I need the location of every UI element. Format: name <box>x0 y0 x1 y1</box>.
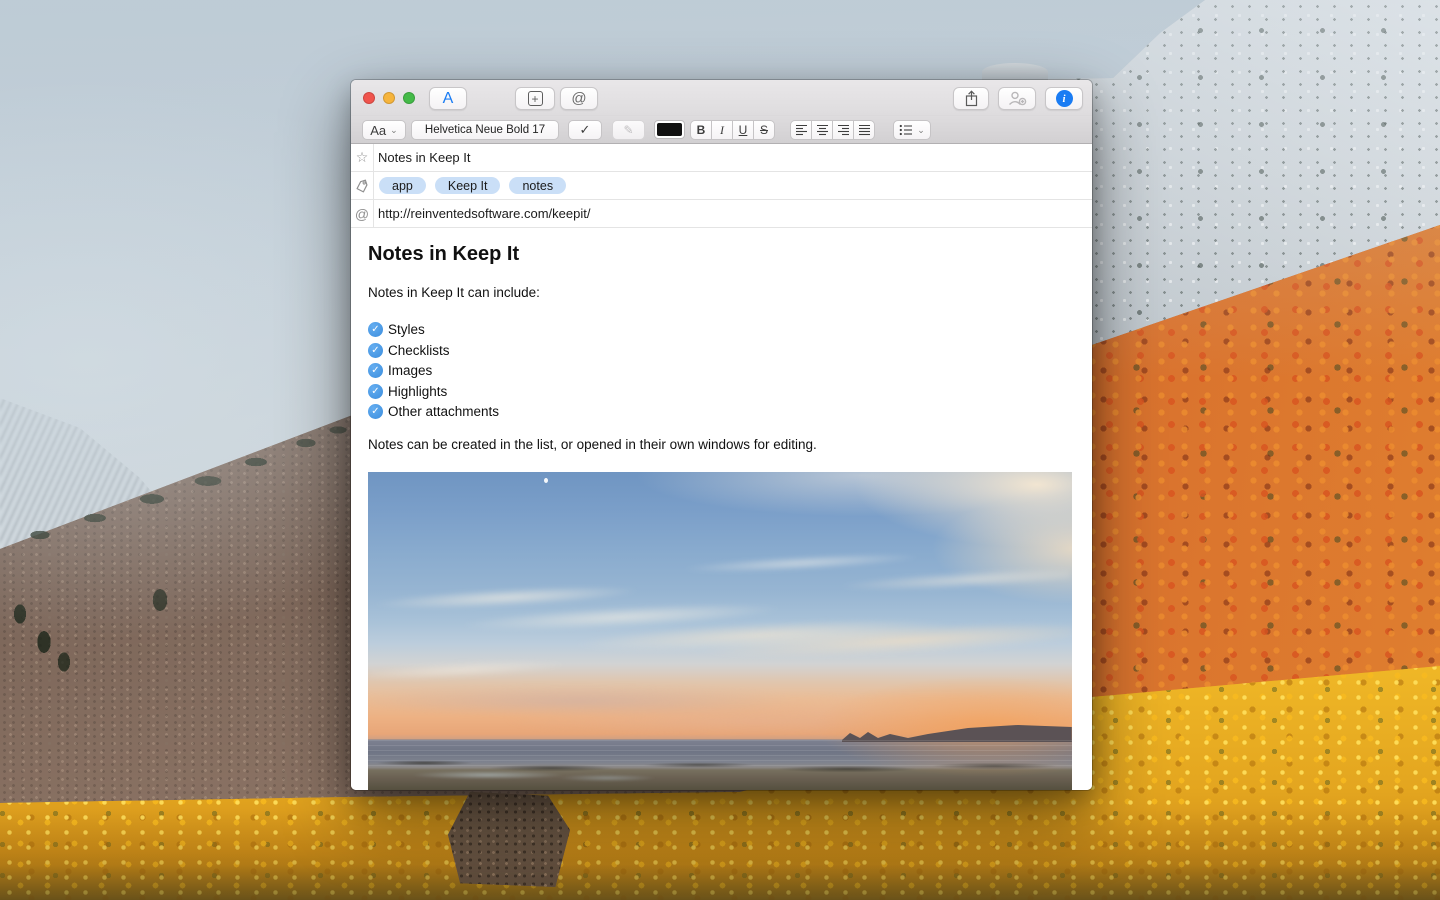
photo-wet-sand <box>368 472 1072 790</box>
font-button[interactable]: Helvetica Neue Bold 17 <box>411 120 559 140</box>
checked-checkbox[interactable]: ✓ <box>368 322 383 337</box>
title-row: ☆ Notes in Keep It <box>351 144 1092 172</box>
underline-button[interactable]: U <box>732 120 754 140</box>
text-styles-dropdown[interactable]: Aa ⌄ <box>362 120 406 140</box>
minimize-button[interactable] <box>383 92 395 104</box>
star-icon[interactable]: ☆ <box>351 144 374 171</box>
align-left-button[interactable] <box>790 120 812 140</box>
tag-pill[interactable]: notes <box>509 177 566 194</box>
plus-box-icon: + <box>528 91 543 106</box>
checked-checkbox[interactable]: ✓ <box>368 404 383 419</box>
traffic-lights <box>363 92 415 104</box>
bold-button[interactable]: B <box>690 120 712 140</box>
alignment-segment <box>790 120 875 140</box>
highlight-button[interactable]: ✎ <box>612 120 645 140</box>
person-add-icon <box>1008 91 1027 106</box>
checklist-item: ✓ Styles <box>368 322 499 337</box>
window-titlebar[interactable]: A + @ <box>351 80 1092 116</box>
align-center-button[interactable] <box>811 120 833 140</box>
chevron-down-icon: ⌄ <box>390 125 398 136</box>
checklist-item: ✓ Checklists <box>368 343 499 358</box>
checked-checkbox[interactable]: ✓ <box>368 384 383 399</box>
at-icon: @ <box>571 90 586 107</box>
doc-heading: Notes in Keep It <box>368 243 519 266</box>
url-row: @ http://reinventedsoftware.com/keepit/ <box>351 200 1092 228</box>
list-style-dropdown[interactable]: ⌄ <box>893 120 931 140</box>
align-right-icon <box>837 124 850 136</box>
tags-field[interactable]: app Keep It notes <box>379 172 566 199</box>
text-style-segment: B I U S <box>690 120 775 140</box>
tag-pill[interactable]: app <box>379 177 426 194</box>
strikethrough-button[interactable]: S <box>753 120 775 140</box>
share-with-people-button[interactable] <box>998 87 1036 110</box>
doc-outro: Notes can be created in the list, or ope… <box>368 437 817 452</box>
desktop-wallpaper: A + @ <box>0 0 1440 900</box>
share-button[interactable] <box>953 87 989 110</box>
link-button[interactable]: @ <box>560 87 598 110</box>
note-editor[interactable]: Notes in Keep It Notes in Keep It can in… <box>351 228 1092 790</box>
info-icon: i <box>1056 90 1073 107</box>
share-icon <box>964 90 979 107</box>
checklist: ✓ Styles ✓ Checklists ✓ Images ✓ Highlig… <box>368 322 499 425</box>
doc-intro: Notes in Keep It can include: <box>368 285 540 300</box>
tags-row: app Keep It notes <box>351 172 1092 200</box>
align-center-icon <box>816 124 829 136</box>
pen-icon: ✎ <box>623 123 633 137</box>
align-left-icon <box>795 124 808 136</box>
note-metadata: ☆ Notes in Keep It app Keep It notes @ <box>351 144 1092 228</box>
checked-checkbox[interactable]: ✓ <box>368 343 383 358</box>
tag-pill[interactable]: Keep It <box>435 177 501 194</box>
beach-sunset-photo[interactable] <box>368 472 1072 790</box>
checklist-item: ✓ Images <box>368 363 499 378</box>
add-checkbox-button[interactable]: + <box>515 87 555 110</box>
format-bar: Aa ⌄ Helvetica Neue Bold 17 ✓ ✎ B I U S <box>351 116 1092 144</box>
color-swatch-black <box>657 123 682 136</box>
checked-checkbox[interactable]: ✓ <box>368 363 383 378</box>
chevron-down-icon: ⌄ <box>917 125 925 136</box>
tag-icon <box>353 177 371 195</box>
align-right-button[interactable] <box>832 120 854 140</box>
note-title-field[interactable]: Notes in Keep It <box>378 144 471 171</box>
show-format-bar-button[interactable]: A <box>429 87 467 110</box>
url-at-icon: @ <box>351 200 374 227</box>
note-url-field[interactable]: http://reinventedsoftware.com/keepit/ <box>378 200 590 227</box>
checklist-item: ✓ Other attachments <box>368 404 499 419</box>
info-button[interactable]: i <box>1045 87 1083 110</box>
close-button[interactable] <box>363 92 375 104</box>
checkmark-icon: ✓ <box>580 122 591 138</box>
format-a-icon: A <box>443 90 454 108</box>
italic-button[interactable]: I <box>711 120 733 140</box>
photo-moon <box>544 478 548 483</box>
checklist-item: ✓ Highlights <box>368 384 499 399</box>
bullet-list-icon <box>899 124 913 136</box>
text-color-well[interactable] <box>654 120 685 139</box>
justify-button[interactable] <box>853 120 875 140</box>
checklist-button[interactable]: ✓ <box>568 120 602 140</box>
justify-icon <box>858 124 871 136</box>
zoom-button[interactable] <box>403 92 415 104</box>
keep-it-note-window: A + @ <box>351 80 1092 790</box>
